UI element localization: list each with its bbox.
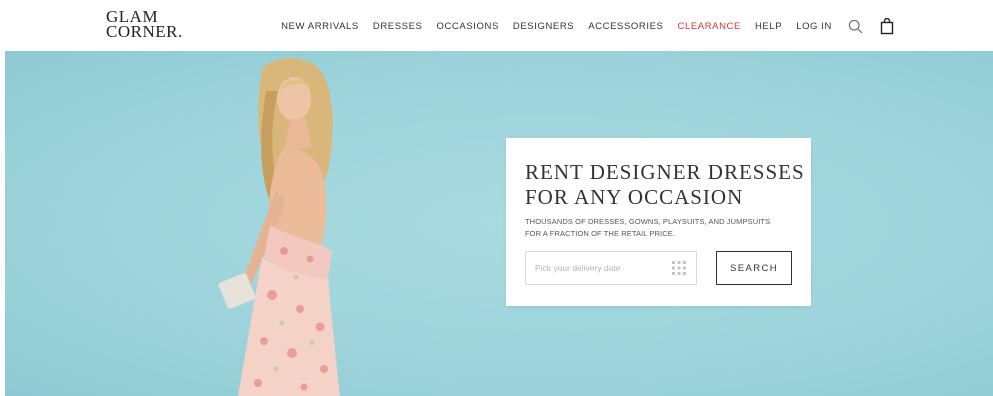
nav-clearance[interactable]: CLEARANCE	[677, 21, 740, 32]
model-photo	[218, 58, 340, 396]
nav-designers[interactable]: DESIGNERS	[513, 21, 574, 32]
hero-title: RENT DESIGNER DRESSES FOR ANY OCCASION	[525, 160, 805, 210]
hero-title-line-1: RENT DESIGNER DRESSES	[525, 160, 805, 184]
delivery-date-input[interactable]: Pick your delivery date	[525, 251, 697, 285]
hero-subtitle: THOUSANDS OF DRESSES, GOWNS, PLAYSUITS, …	[525, 216, 800, 239]
logo-line-2: CORNER.	[106, 22, 183, 41]
hero-title-line-2: FOR ANY OCCASION	[525, 185, 744, 209]
hero-search-card: RENT DESIGNER DRESSES FOR ANY OCCASION T…	[506, 138, 811, 306]
hero-subtitle-line-2: FOR A FRACTION OF THE RETAIL PRICE.	[525, 228, 676, 238]
search-icon[interactable]	[846, 17, 864, 35]
nav-help[interactable]: HELP	[755, 21, 782, 32]
site-header: GLAM CORNER. NEW ARRIVALS DRESSES OCCASI…	[0, 0, 993, 50]
hero-subtitle-line-1: THOUSANDS OF DRESSES, GOWNS, PLAYSUITS, …	[525, 217, 771, 226]
hero-banner: RENT DESIGNER DRESSES FOR ANY OCCASION T…	[5, 51, 993, 396]
calendar-grid-icon[interactable]	[672, 261, 686, 275]
nav-new-arrivals[interactable]: NEW ARRIVALS	[281, 21, 359, 32]
nav-dresses[interactable]: DRESSES	[373, 21, 423, 32]
nav-accessories[interactable]: ACCESSORIES	[588, 21, 663, 32]
shopping-bag-icon[interactable]	[878, 17, 896, 35]
main-nav: NEW ARRIVALS DRESSES OCCASIONS DESIGNERS…	[281, 17, 896, 35]
delivery-date-placeholder: Pick your delivery date	[535, 263, 621, 273]
search-button[interactable]: SEARCH	[716, 251, 792, 285]
glam-corner-logo[interactable]: GLAM CORNER.	[106, 8, 183, 41]
nav-occasions[interactable]: OCCASIONS	[436, 21, 498, 32]
nav-log-in[interactable]: LOG IN	[796, 21, 832, 32]
